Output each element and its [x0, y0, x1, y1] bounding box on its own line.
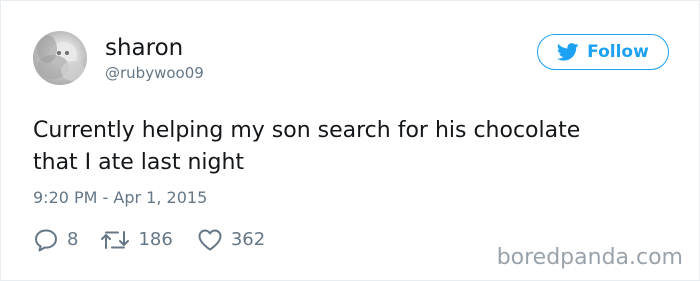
reply-count: 8 [67, 229, 79, 250]
tweet-text: Currently helping my son search for his … [33, 115, 673, 179]
tweet-line: that I ate last night [33, 150, 245, 175]
like-button[interactable]: 362 [197, 228, 265, 252]
follow-button[interactable]: Follow [537, 34, 669, 70]
tweet-timestamp[interactable]: 9:20 PM - Apr 1, 2015 [33, 187, 207, 209]
user-handle[interactable]: @rubywoo09 [105, 63, 204, 83]
retweet-count: 186 [138, 229, 173, 250]
display-name[interactable]: sharon [105, 34, 183, 62]
tweet-card: sharon @rubywoo09 Follow Currently helpi… [0, 0, 700, 281]
twitter-bird-icon [557, 43, 579, 61]
avatar[interactable] [33, 31, 87, 85]
retweet-icon [101, 231, 130, 249]
reply-icon [35, 229, 57, 252]
tweet-line: Currently helping my son search for his … [33, 118, 581, 143]
tweet-actions: 8 186 362 [33, 227, 265, 253]
retweet-button[interactable]: 186 [100, 229, 173, 251]
reply-button[interactable]: 8 [33, 228, 78, 252]
follow-label: Follow [587, 42, 649, 62]
like-count: 362 [230, 229, 266, 250]
heart-icon [198, 229, 222, 251]
watermark: boredpanda.com [496, 245, 683, 270]
